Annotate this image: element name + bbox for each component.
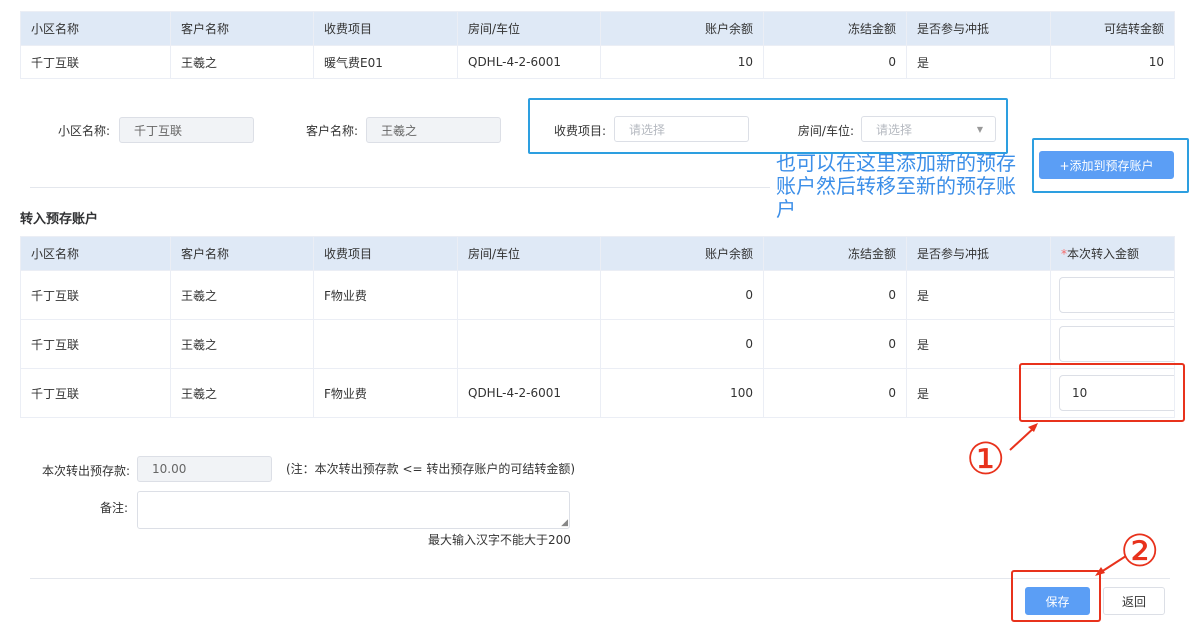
- col-room: 房间/车位: [457, 236, 601, 271]
- divider: [30, 187, 770, 188]
- back-button[interactable]: 返回: [1103, 587, 1165, 615]
- step-1-arrow: [1009, 423, 1038, 451]
- fee-item-select[interactable]: 请选择: [614, 116, 749, 142]
- cell-amount: [1050, 270, 1175, 320]
- cell-customer: 王羲之: [170, 45, 314, 79]
- transfer-amount-input[interactable]: [1059, 277, 1174, 313]
- cell-fee-item: F物业费: [313, 368, 458, 418]
- cell-frozen: 0: [763, 45, 907, 79]
- community-value: 千丁互联: [134, 123, 183, 138]
- table-row: 千丁互联 王羲之 F物业费 QDHL-4-2-6001 100 0 是 10: [20, 368, 1175, 418]
- cell-room: [457, 319, 601, 369]
- table-header-row: 小区名称 客户名称 收费项目 房间/车位 账户余额 冻结金额 是否参与冲抵 *本…: [20, 236, 1175, 271]
- room-placeholder: 请选择: [876, 122, 913, 137]
- cell-community: 千丁互联: [20, 270, 171, 320]
- col-transfer-amount: *本次转入金额: [1050, 236, 1175, 271]
- cell-frozen: 0: [763, 270, 907, 320]
- save-button[interactable]: 保存: [1025, 587, 1090, 615]
- fee-item-placeholder: 请选择: [629, 122, 666, 137]
- transfer-amount-input[interactable]: [1059, 326, 1174, 362]
- community-label: 小区名称:: [57, 124, 110, 138]
- cell-offset: 是: [906, 45, 1051, 79]
- transfer-out-value: 10.00: [152, 462, 187, 476]
- remark-textarea[interactable]: ◢: [137, 491, 570, 529]
- cell-fee-item: [313, 319, 458, 369]
- cell-balance: 0: [600, 270, 764, 320]
- cell-offset: 是: [906, 270, 1051, 320]
- community-field: 千丁互联: [119, 117, 254, 143]
- cell-frozen: 0: [763, 368, 907, 418]
- col-offset: 是否参与冲抵: [906, 11, 1051, 46]
- col-community: 小区名称: [20, 236, 171, 271]
- col-offset: 是否参与冲抵: [906, 236, 1051, 271]
- cell-fee-item: 暖气费E01: [313, 45, 458, 79]
- col-balance: 账户余额: [600, 236, 764, 271]
- col-transferable: 可结转金额: [1050, 11, 1175, 46]
- table-header-row: 小区名称 客户名称 收费项目 房间/车位 账户余额 冻结金额 是否参与冲抵 可结…: [20, 11, 1175, 46]
- fee-item-label: 收费项目:: [553, 124, 606, 138]
- add-to-prepaid-button[interactable]: +添加到预存账户: [1039, 151, 1174, 179]
- cell-fee-item: F物业费: [313, 270, 458, 320]
- cell-room: QDHL-4-2-6001: [457, 368, 601, 418]
- cell-customer: 王羲之: [170, 368, 314, 418]
- remark-label: 备注:: [99, 501, 128, 515]
- cell-amount: [1050, 319, 1175, 369]
- col-transfer-amount-label: 本次转入金额: [1067, 247, 1140, 261]
- transfer-out-label: 本次转出预存款:: [41, 464, 130, 478]
- cell-community: 千丁互联: [20, 45, 171, 79]
- transfer-in-table: 小区名称 客户名称 收费项目 房间/车位 账户余额 冻结金额 是否参与冲抵 *本…: [20, 236, 1175, 418]
- table-row: 千丁互联 王羲之 F物业费 0 0 是: [20, 270, 1175, 320]
- cell-transferable: 10: [1050, 45, 1175, 79]
- cell-room: [457, 270, 601, 320]
- cell-community: 千丁互联: [20, 319, 171, 369]
- table-row: 千丁互联 王羲之 暖气费E01 QDHL-4-2-6001 10 0 是 10: [20, 45, 1175, 79]
- col-fee-item: 收费项目: [313, 236, 458, 271]
- cell-balance: 10: [600, 45, 764, 79]
- col-customer: 客户名称: [170, 236, 314, 271]
- room-label: 房间/车位:: [797, 124, 854, 138]
- table-row: 千丁互联 王羲之 0 0 是: [20, 319, 1175, 369]
- room-select[interactable]: 请选择 ▼: [861, 116, 996, 142]
- customer-label: 客户名称:: [305, 124, 358, 138]
- resize-handle-icon[interactable]: ◢: [561, 518, 568, 528]
- section-title: 转入预存账户: [20, 212, 99, 227]
- col-customer: 客户名称: [170, 11, 314, 46]
- col-frozen: 冻结金额: [763, 236, 907, 271]
- highlight-box-amount: [1019, 363, 1185, 422]
- col-room: 房间/车位: [457, 11, 601, 46]
- cell-offset: 是: [906, 319, 1051, 369]
- cell-community: 千丁互联: [20, 368, 171, 418]
- customer-field: 王羲之: [366, 117, 501, 143]
- col-balance: 账户余额: [600, 11, 764, 46]
- col-fee-item: 收费项目: [313, 11, 458, 46]
- cell-customer: 王羲之: [170, 319, 314, 369]
- divider: [30, 578, 1170, 579]
- chevron-down-icon: ▼: [976, 125, 983, 134]
- transfer-out-field: 10.00: [137, 456, 272, 482]
- cell-frozen: 0: [763, 319, 907, 369]
- annotation-text: 也可以在这里添加新的预存账户然后转移至新的预存账户: [776, 151, 1016, 221]
- transfer-out-note: (注：本次转出预存款 <= 转出预存账户的可结转金额): [286, 462, 576, 476]
- remark-hint: 最大输入汉字不能大于200: [428, 533, 571, 547]
- customer-value: 王羲之: [381, 123, 418, 138]
- col-community: 小区名称: [20, 11, 171, 46]
- source-account-table: 小区名称 客户名称 收费项目 房间/车位 账户余额 冻结金额 是否参与冲抵 可结…: [20, 11, 1175, 79]
- col-frozen: 冻结金额: [763, 11, 907, 46]
- cell-customer: 王羲之: [170, 270, 314, 320]
- cell-balance: 0: [600, 319, 764, 369]
- cell-balance: 100: [600, 368, 764, 418]
- cell-room: QDHL-4-2-6001: [457, 45, 601, 79]
